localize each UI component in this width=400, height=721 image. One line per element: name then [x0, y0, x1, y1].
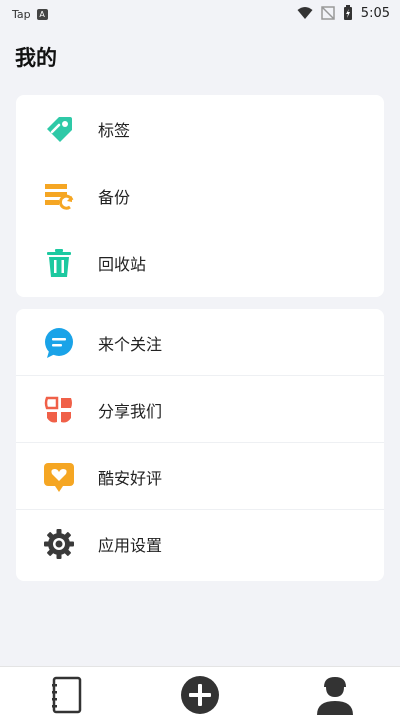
status-badge-icon: A — [36, 9, 48, 20]
gear-icon — [44, 528, 74, 559]
menu-item-trash[interactable]: 回收站 — [16, 229, 384, 296]
menu-item-backup[interactable]: 备份 — [16, 162, 384, 229]
menu-item-label: 标签 — [98, 120, 131, 140]
status-right: 5:05 — [297, 5, 390, 21]
status-bar: Tap A 5:05 — [0, 0, 400, 30]
trash-icon — [47, 248, 71, 277]
menu-item-follow[interactable]: 来个关注 — [16, 309, 384, 376]
add-circle-icon — [181, 676, 219, 714]
bottom-navigation — [0, 666, 400, 721]
menu-item-label: 酷安好评 — [98, 468, 163, 488]
page-title: 我的 — [15, 46, 57, 70]
backup-icon — [45, 183, 74, 210]
nav-add-button[interactable] — [180, 675, 220, 715]
menu-item-label: 来个关注 — [98, 334, 163, 354]
share-icon — [44, 396, 72, 422]
menu-card-1: 标签 备份 回收站 — [16, 95, 384, 297]
heart-message-icon — [44, 462, 74, 492]
chat-bubble-icon — [45, 327, 73, 358]
menu-item-label: 备份 — [98, 187, 131, 207]
tag-icon — [47, 116, 72, 142]
status-left: Tap A — [12, 8, 48, 21]
profile-icon — [317, 677, 353, 715]
status-app-text: Tap — [12, 8, 31, 21]
menu-item-label: 回收站 — [98, 254, 147, 274]
nav-notebook-button[interactable] — [46, 675, 86, 715]
status-time: 5:05 — [360, 5, 390, 21]
menu-item-rate[interactable]: 酷安好评 — [16, 443, 384, 510]
notebook-icon — [52, 676, 82, 714]
nav-profile-button[interactable] — [315, 675, 355, 715]
menu-item-settings[interactable]: 应用设置 — [16, 510, 384, 577]
menu-item-label: 分享我们 — [98, 401, 163, 421]
no-signal-icon — [321, 6, 335, 20]
menu-item-label: 应用设置 — [98, 535, 163, 555]
menu-card-2: 来个关注 分享我们 酷安好评 应用设置 — [16, 309, 384, 581]
wifi-icon — [297, 7, 313, 19]
menu-item-share[interactable]: 分享我们 — [16, 376, 384, 443]
menu-item-tags[interactable]: 标签 — [16, 95, 384, 162]
battery-charging-icon — [343, 5, 352, 20]
